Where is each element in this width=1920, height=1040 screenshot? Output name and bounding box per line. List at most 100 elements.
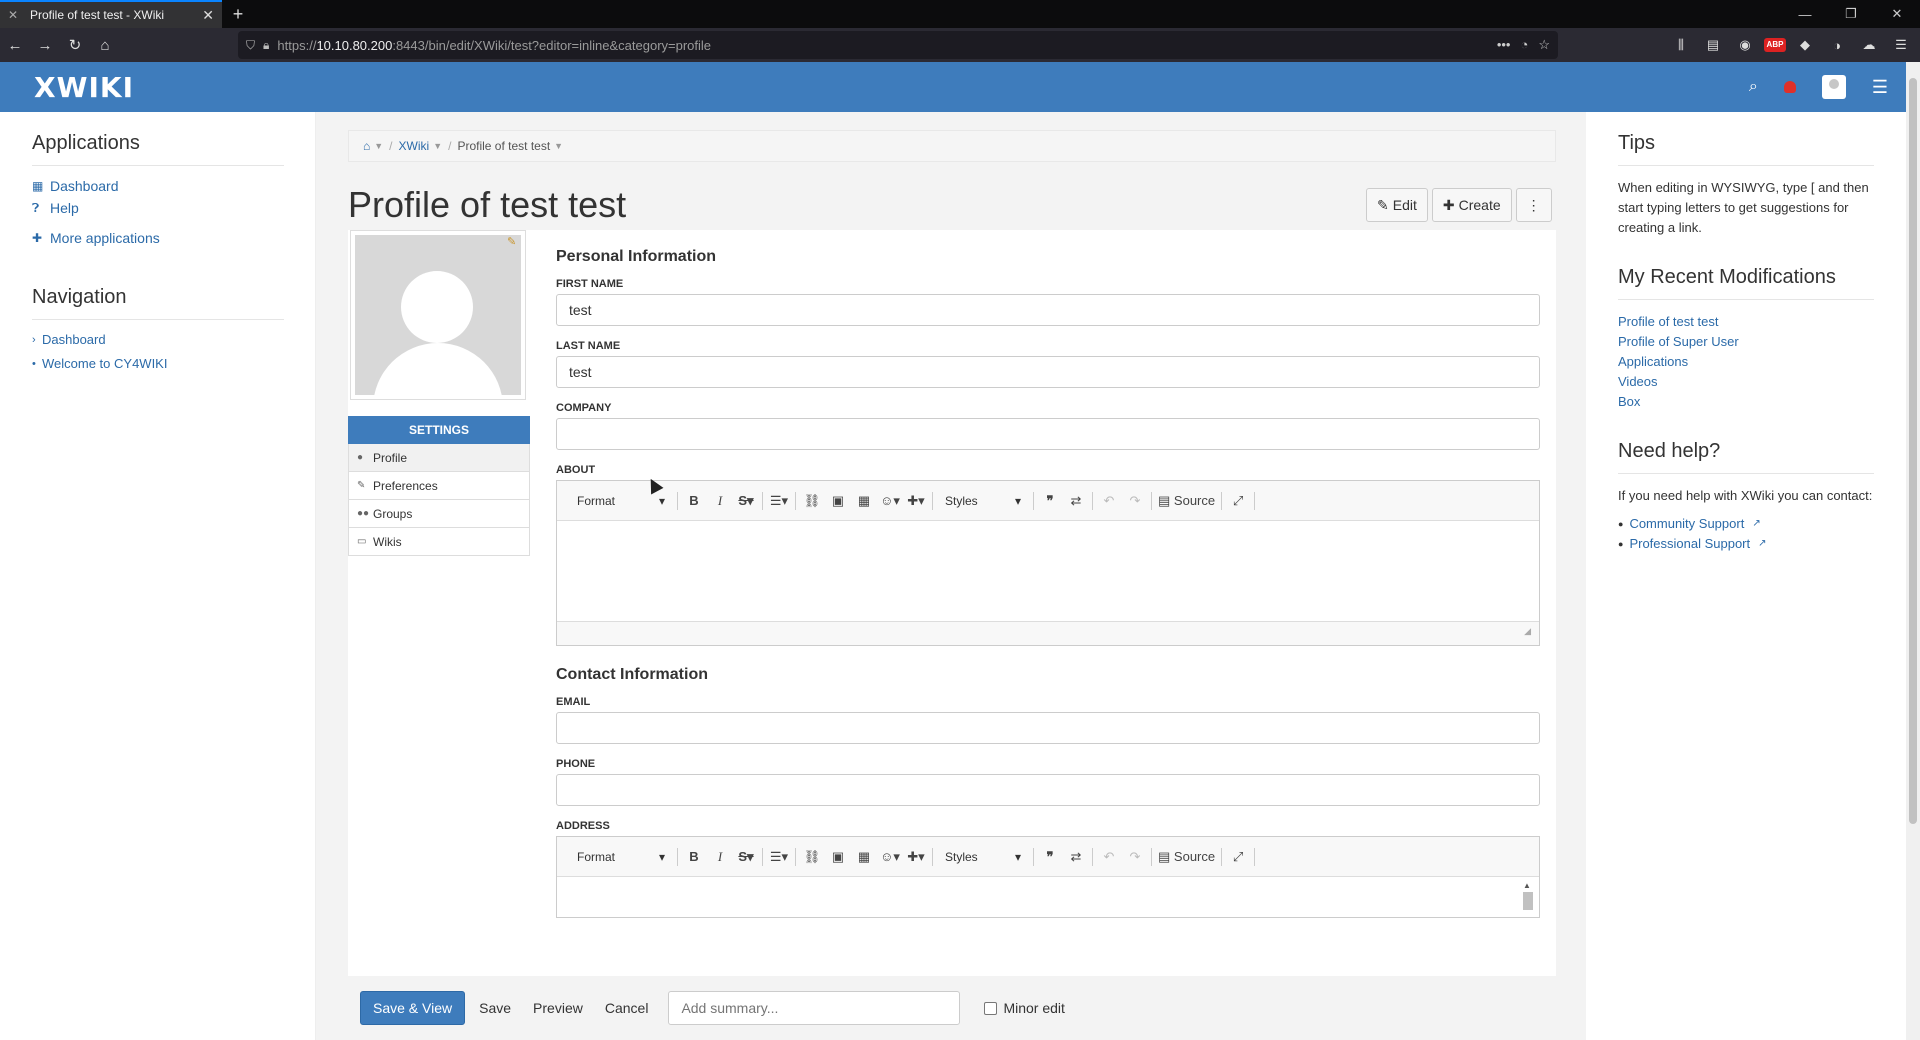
search-icon[interactable]: ⌕ bbox=[1749, 78, 1758, 96]
recent-link[interactable]: Profile of Super User bbox=[1618, 332, 1874, 352]
about-editor-area[interactable] bbox=[557, 521, 1539, 621]
chevron-down-icon[interactable]: ▼ bbox=[554, 141, 563, 151]
pocket-icon[interactable]: ◔ bbox=[1520, 37, 1528, 53]
address-bar[interactable]: ⛉ 🔒︎ https:// 10.10.80.200 :8443/bin/edi… bbox=[238, 31, 1558, 59]
minor-edit-checkbox[interactable] bbox=[984, 1001, 998, 1015]
phone-input[interactable] bbox=[556, 774, 1540, 806]
image-icon[interactable]: ▣ bbox=[828, 849, 848, 865]
hamburger-menu-icon[interactable]: ☰ bbox=[1872, 77, 1888, 98]
more-actions-button[interactable]: ⋮ bbox=[1515, 188, 1552, 222]
editor-scrollbar[interactable]: ▲ bbox=[1523, 881, 1535, 915]
forward-icon[interactable]: → bbox=[30, 37, 60, 54]
adblock-icon[interactable]: ABP bbox=[1764, 38, 1786, 52]
undo-icon[interactable]: ↶ bbox=[1099, 849, 1119, 865]
app-help-link[interactable]: ❓︎ Help bbox=[32, 200, 283, 216]
recent-link[interactable]: Box bbox=[1618, 392, 1874, 412]
list-icon[interactable]: ☰▾ bbox=[769, 849, 789, 865]
breadcrumb-current[interactable]: Profile of test test bbox=[457, 139, 550, 153]
bold-icon[interactable]: B bbox=[684, 493, 704, 508]
breadcrumb-xwiki[interactable]: XWiki bbox=[399, 139, 430, 153]
maximize-icon[interactable]: ⤢ bbox=[1228, 493, 1248, 509]
chevron-down-icon[interactable]: ▼ bbox=[433, 141, 442, 151]
recent-link[interactable]: Profile of test test bbox=[1618, 312, 1874, 332]
emoji-icon[interactable]: ☺▾ bbox=[880, 493, 900, 509]
image-icon[interactable]: ▣ bbox=[828, 493, 848, 509]
scrollbar-thumb[interactable] bbox=[1909, 78, 1917, 824]
settings-item-preferences[interactable]: ✎ Preferences bbox=[348, 472, 530, 500]
link-icon[interactable]: ⛓ bbox=[802, 849, 822, 865]
window-close-icon[interactable]: ✕ bbox=[1874, 0, 1920, 28]
tab-close-icon[interactable]: ✕ bbox=[202, 7, 214, 24]
recent-link[interactable]: Videos bbox=[1618, 372, 1874, 392]
new-tab-icon[interactable]: + bbox=[222, 0, 254, 28]
save-and-view-button[interactable]: Save & View bbox=[360, 991, 466, 1025]
source-button[interactable]: ▤ Source bbox=[1158, 493, 1215, 509]
reload-icon[interactable]: ↻ bbox=[60, 36, 90, 54]
email-input[interactable] bbox=[556, 712, 1540, 744]
format-dropdown[interactable]: Format ▾ bbox=[571, 850, 671, 864]
strikethrough-icon[interactable]: S▾ bbox=[736, 493, 756, 509]
extension-cloud-icon[interactable]: ☁ bbox=[1856, 37, 1882, 53]
maximize-icon[interactable]: ⤢ bbox=[1228, 849, 1248, 865]
strikethrough-icon[interactable]: S▾ bbox=[736, 849, 756, 865]
bookmark-star-icon[interactable]: ☆ bbox=[1538, 37, 1550, 53]
more-applications-link[interactable]: ✚ More applications bbox=[32, 230, 283, 246]
chevron-down-icon[interactable]: ▼ bbox=[374, 141, 383, 151]
styles-dropdown[interactable]: Styles ▾ bbox=[939, 494, 1027, 508]
library-icon[interactable]: ⫼ bbox=[1668, 37, 1694, 53]
scroll-up-icon[interactable]: ▲ bbox=[1523, 881, 1535, 890]
notifications-bell-icon[interactable] bbox=[1783, 81, 1796, 93]
find-replace-icon[interactable]: ⇄ bbox=[1066, 493, 1086, 509]
list-icon[interactable]: ☰▾ bbox=[769, 493, 789, 509]
lock-icon[interactable]: 🔒︎ bbox=[263, 38, 269, 53]
browser-menu-icon[interactable]: ☰ bbox=[1888, 37, 1914, 53]
styles-dropdown[interactable]: Styles ▾ bbox=[939, 850, 1027, 864]
first-name-input[interactable] bbox=[556, 294, 1540, 326]
settings-item-profile[interactable]: ● Profile bbox=[348, 444, 530, 472]
emoji-icon[interactable]: ☺▾ bbox=[880, 849, 900, 865]
address-editor-area[interactable] bbox=[557, 877, 1539, 917]
nav-dashboard[interactable]: › Dashboard bbox=[32, 332, 283, 347]
restore-icon[interactable]: ❐ bbox=[1828, 0, 1874, 28]
app-dashboard-link[interactable]: ▦ Dashboard bbox=[32, 178, 283, 194]
editor-scrollbar-thumb[interactable] bbox=[1523, 892, 1533, 910]
back-icon[interactable]: ← bbox=[0, 37, 30, 54]
professional-support-link[interactable]: ● Professional Support ↗ bbox=[1618, 534, 1874, 554]
xwiki-logo[interactable]: XWIKI bbox=[34, 71, 134, 104]
create-button[interactable]: ✚ Create bbox=[1431, 188, 1512, 222]
page-scrollbar[interactable] bbox=[1906, 62, 1920, 1040]
settings-item-groups[interactable]: ●● Groups bbox=[348, 500, 530, 528]
edit-button[interactable]: ✎ Edit bbox=[1366, 188, 1428, 222]
save-button[interactable]: Save bbox=[471, 991, 519, 1025]
home-breadcrumb-icon[interactable]: ⌂ bbox=[363, 139, 370, 153]
quote-icon[interactable]: ❞ bbox=[1040, 493, 1060, 509]
shield-icon[interactable]: ⛉ bbox=[246, 38, 255, 53]
extension-fox-icon[interactable]: ◆ bbox=[1792, 37, 1818, 53]
insert-plus-icon[interactable]: ✚▾ bbox=[906, 493, 926, 509]
italic-icon[interactable]: I bbox=[710, 493, 730, 509]
extension-mask-icon[interactable]: ◑ bbox=[1824, 38, 1850, 53]
bold-icon[interactable]: B bbox=[684, 849, 704, 864]
account-icon[interactable]: ◉ bbox=[1732, 37, 1758, 53]
table-icon[interactable]: ▦ bbox=[854, 493, 874, 509]
community-support-link[interactable]: ● Community Support ↗ bbox=[1618, 514, 1874, 534]
minor-edit-toggle[interactable]: Minor edit bbox=[984, 1000, 1065, 1016]
undo-icon[interactable]: ↶ bbox=[1099, 493, 1119, 509]
browser-tab[interactable]: ✕ Profile of test test - XWiki ✕ bbox=[0, 0, 222, 28]
redo-icon[interactable]: ↷ bbox=[1125, 849, 1145, 865]
italic-icon[interactable]: I bbox=[710, 849, 730, 865]
format-dropdown[interactable]: Format ▾ bbox=[571, 494, 671, 508]
quote-icon[interactable]: ❞ bbox=[1040, 849, 1060, 865]
editor-resize-handle[interactable] bbox=[557, 621, 1539, 645]
edit-avatar-icon[interactable]: ✎ bbox=[507, 235, 521, 249]
find-replace-icon[interactable]: ⇄ bbox=[1066, 849, 1086, 865]
insert-plus-icon[interactable]: ✚▾ bbox=[906, 849, 926, 865]
summary-input[interactable] bbox=[668, 991, 961, 1025]
preview-button[interactable]: Preview bbox=[525, 991, 591, 1025]
settings-item-wikis[interactable]: ▭ Wikis bbox=[348, 528, 530, 556]
sidebar-icon[interactable]: ▤ bbox=[1700, 37, 1726, 53]
home-icon[interactable]: ⌂ bbox=[90, 37, 120, 54]
cancel-button[interactable]: Cancel bbox=[597, 991, 657, 1025]
link-icon[interactable]: ⛓ bbox=[802, 493, 822, 509]
last-name-input[interactable] bbox=[556, 356, 1540, 388]
